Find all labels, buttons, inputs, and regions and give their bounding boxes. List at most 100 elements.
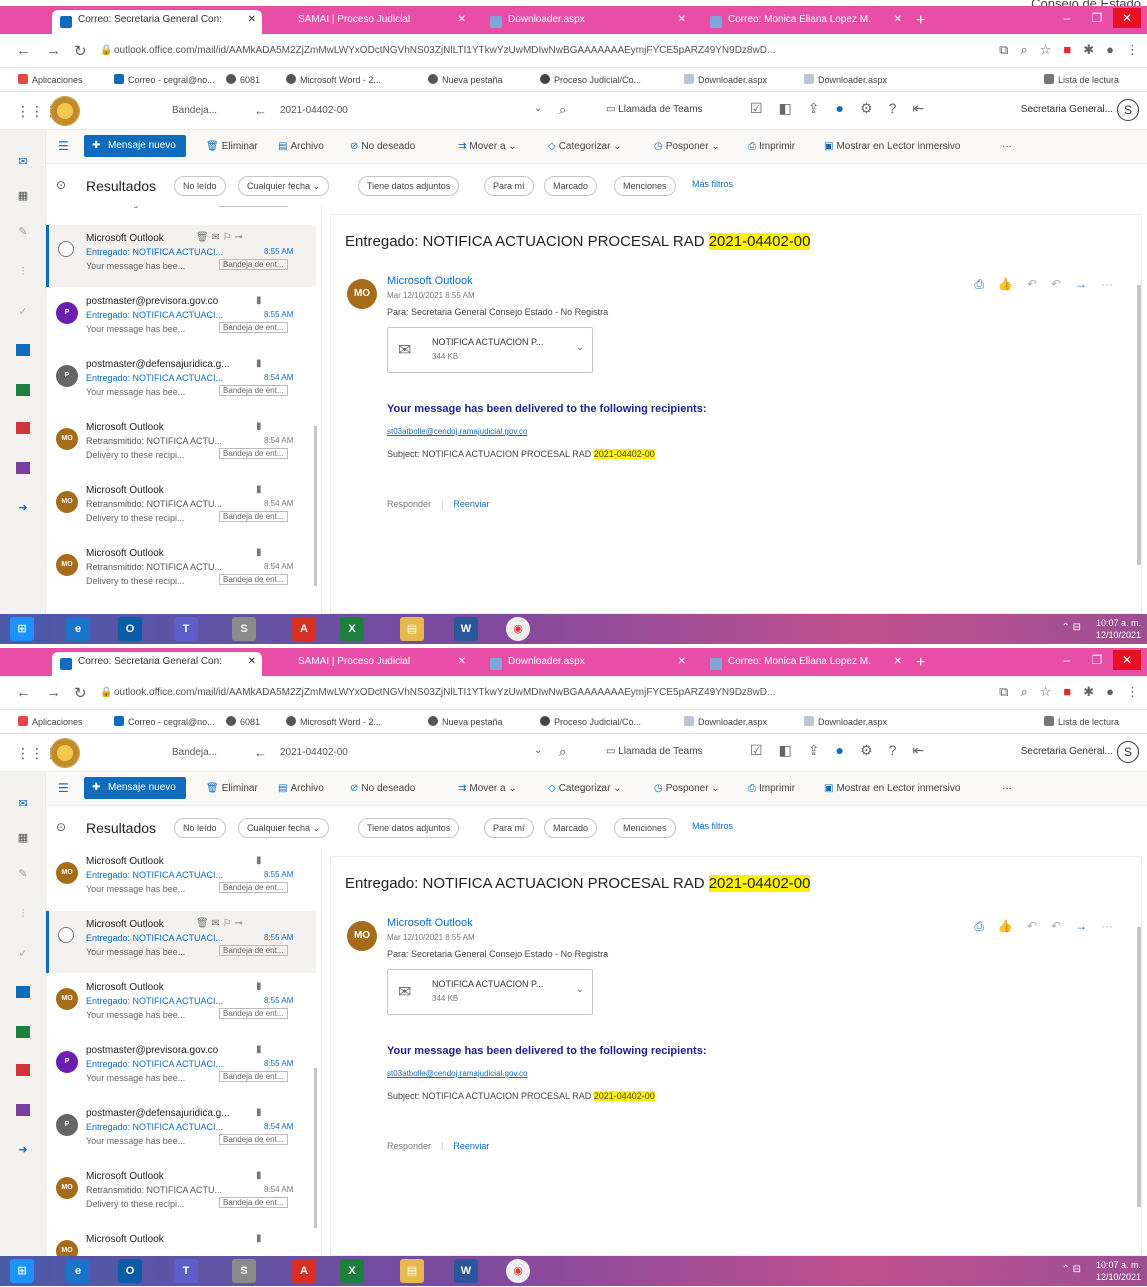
message-list-item[interactable]: MO Microsoft Outlook ▮ Retransmitido: NOTIF… — [46, 414, 316, 476]
mail-icon[interactable]: ✉ — [16, 156, 30, 168]
chevron-down-icon[interactable]: ⌄ — [534, 103, 542, 114]
search-icon[interactable]: ⌕ — [559, 102, 566, 118]
folder-tag[interactable]: Bandeja de ent... — [219, 511, 288, 522]
close-tab-icon[interactable]: ✕ — [894, 656, 902, 667]
browser-tab-samai[interactable]: SAMAI | Proceso Judicial ✕ — [272, 652, 472, 676]
todo-app-icon[interactable]: ➜ — [16, 502, 30, 514]
start-icon[interactable]: ⊞ — [10, 617, 34, 641]
message-list-item[interactable]: Microsoft Outlook 🗑 ✉ ⚐ ⊸ Entregado: NOTIF… — [46, 911, 316, 973]
word-icon[interactable]: W — [454, 1259, 478, 1283]
recipient-email-link[interactable]: st03atbolle@cendoj.ramajudicial.gov.co — [387, 1069, 528, 1078]
immersive-reader-button[interactable]: ▣ Mostrar en Lector inmersivo — [824, 783, 960, 794]
folder-tag[interactable]: Bandeja de ent... — [219, 1197, 288, 1208]
acrobat-icon[interactable]: A — [292, 1259, 316, 1283]
bookmark-nueva-pestana[interactable]: Nueva pestaña — [428, 74, 503, 85]
bookmark-correo[interactable]: Correo - cegral@no... — [114, 74, 215, 85]
like-icon[interactable]: 👍 — [998, 277, 1013, 292]
select-radio-icon[interactable] — [58, 927, 74, 943]
browser-tab-outlook[interactable]: Correo: Secretaria General Con: ✕ — [52, 10, 262, 34]
bookmark-word[interactable]: Microsoft Word - 2... — [286, 716, 381, 727]
excel-icon[interactable]: X — [340, 1259, 364, 1283]
folder-tag[interactable]: Bandeja de ent... — [219, 1071, 288, 1082]
user-name[interactable]: Secretaria General... — [1021, 104, 1113, 115]
bookmark-downloader-1[interactable]: Downloader.aspx — [684, 74, 767, 85]
delete-button[interactable]: 🗑 Eliminar — [206, 783, 258, 794]
message-list-item[interactable]: Ppostmaster@previsora.gov.co ▮ Entregado: … — [46, 1037, 316, 1099]
menu-icon[interactable]: ⋮ — [1126, 684, 1139, 700]
teams-call-button[interactable]: ▭ Llamada de Teams — [606, 104, 703, 115]
bookmark-apps[interactable]: Aplicaciones — [18, 716, 83, 727]
close-tab-icon[interactable]: ✕ — [458, 14, 466, 25]
close-tab-icon[interactable]: ✕ — [458, 656, 466, 667]
settings-gear-icon[interactable]: ⚙ — [860, 100, 873, 117]
filter-any-date[interactable]: Cualquier fecha ⌄ — [238, 176, 330, 196]
bookmark-apps[interactable]: Aplicaciones — [18, 74, 83, 85]
menu-toggle-icon[interactable]: ☰ — [58, 139, 69, 153]
star-icon[interactable]: ☆ — [1040, 684, 1052, 700]
more-filters-link[interactable]: Más filtros — [692, 179, 733, 189]
teams-icon[interactable]: T — [174, 617, 198, 641]
forward-arrow-icon[interactable]: → — [46, 684, 61, 701]
bookmark-downloader-1[interactable]: Downloader.aspx — [684, 716, 767, 727]
bookmark-downloader-2[interactable]: Downloader.aspx — [804, 716, 887, 727]
reply-all-icon[interactable]: ↶ — [1051, 277, 1061, 292]
folder-tag[interactable]: Bandeja de ent... — [219, 385, 288, 396]
forward-link[interactable]: Reenviar — [453, 499, 489, 509]
categorize-button[interactable]: ◇ Categorizar ⌄ — [548, 783, 622, 794]
word-icon[interactable]: W — [454, 617, 478, 641]
message-list-item[interactable]: MO Microsoft Outlook ▮ Retransmitido: NOTIF… — [46, 540, 316, 602]
filter-attachments[interactable]: Tiene datos adjuntos — [358, 818, 460, 838]
attachment-card[interactable]: ✉ NOTIFICA ACTUACION P... 344 KB ⌄ — [387, 969, 593, 1015]
url-input[interactable]: 🔒 outlook.office.com/mail/id/AAMkADA5M2Z… — [100, 40, 980, 62]
search-scope[interactable]: Bandeja... — [172, 105, 217, 116]
share-icon[interactable]: ⇪ — [808, 100, 820, 117]
onenote-app-icon[interactable] — [16, 462, 30, 474]
close-window-icon[interactable]: ✕ — [1113, 650, 1141, 670]
new-message-button[interactable]: ✚ Mensaje nuevo — [84, 777, 186, 799]
excel-icon[interactable]: X — [340, 617, 364, 641]
junk-button[interactable]: ⊘ No deseado — [350, 141, 415, 152]
close-tab-icon[interactable]: ✕ — [248, 14, 256, 25]
message-list-scrollbar[interactable] — [314, 426, 317, 586]
todo-icon[interactable]: ✓ — [16, 306, 30, 318]
meet-now-icon[interactable]: ☑ — [750, 100, 763, 117]
excel-app-icon[interactable] — [16, 1026, 30, 1038]
reply-link[interactable]: Responder — [387, 1141, 431, 1151]
filter-unread[interactable]: No leído — [174, 818, 226, 838]
folder-tag[interactable]: Bandeja de ent... — [219, 259, 288, 270]
folder-tag[interactable]: Bandeja de ent... — [219, 574, 288, 585]
new-tab-button[interactable]: + — [916, 654, 925, 672]
close-window-icon[interactable]: ✕ — [1113, 8, 1141, 28]
folder-tag[interactable]: Bandeja de ent... — [219, 206, 288, 207]
message-list-item[interactable]: MO Microsoft Outlook ▮ — [46, 1226, 316, 1256]
user-avatar[interactable]: S — [1117, 741, 1139, 763]
profile-icon[interactable]: ● — [1106, 42, 1114, 58]
filter-mentions[interactable]: Menciones — [614, 176, 676, 196]
file-explorer-icon[interactable]: ▤ — [400, 1259, 424, 1283]
filter-mentions[interactable]: Menciones — [614, 818, 676, 838]
new-tab-button[interactable]: + — [916, 12, 925, 30]
extensions-icon[interactable]: ✱ — [1083, 684, 1094, 700]
zoom-icon[interactable]: ⌕ — [1020, 42, 1027, 58]
print-button[interactable]: ⎙ Imprimir — [748, 141, 795, 152]
search-box[interactable]: Bandeja... ← 2021-04402-00 ⌄ ⌕ — [164, 742, 584, 764]
message-list-scrollbar[interactable] — [314, 1068, 317, 1228]
feedback-icon[interactable]: ⇤ — [912, 100, 924, 117]
menu-toggle-icon[interactable]: ☰ — [58, 781, 69, 795]
forward-arrow-icon[interactable]: → — [46, 42, 61, 59]
onenote-app-icon[interactable] — [16, 1104, 30, 1116]
filter-flagged[interactable]: Marcado — [544, 818, 598, 838]
edge-icon[interactable]: e — [66, 1259, 90, 1283]
reply-all-icon[interactable]: ↶ — [1051, 919, 1061, 934]
categorize-button[interactable]: ◇ Categorizar ⌄ — [548, 141, 622, 152]
message-list-item[interactable]: Ppostmaster@previsora.gov.co ▮ Entregado: … — [46, 288, 316, 350]
message-list-item[interactable]: Your message has bee... Bandeja de ent... — [46, 206, 316, 224]
maximize-icon[interactable]: ❐ — [1083, 8, 1111, 28]
results-check-icon[interactable]: ⊙ — [56, 178, 66, 192]
calendar-icon[interactable]: ▦ — [16, 832, 30, 844]
word-app-icon[interactable] — [16, 344, 30, 356]
share-icon[interactable]: ⇪ — [808, 742, 820, 759]
powerpoint-app-icon[interactable] — [16, 1064, 30, 1076]
settings-gear-icon[interactable]: ⚙ — [860, 742, 873, 759]
todo-app-icon[interactable]: ➜ — [16, 1144, 30, 1156]
